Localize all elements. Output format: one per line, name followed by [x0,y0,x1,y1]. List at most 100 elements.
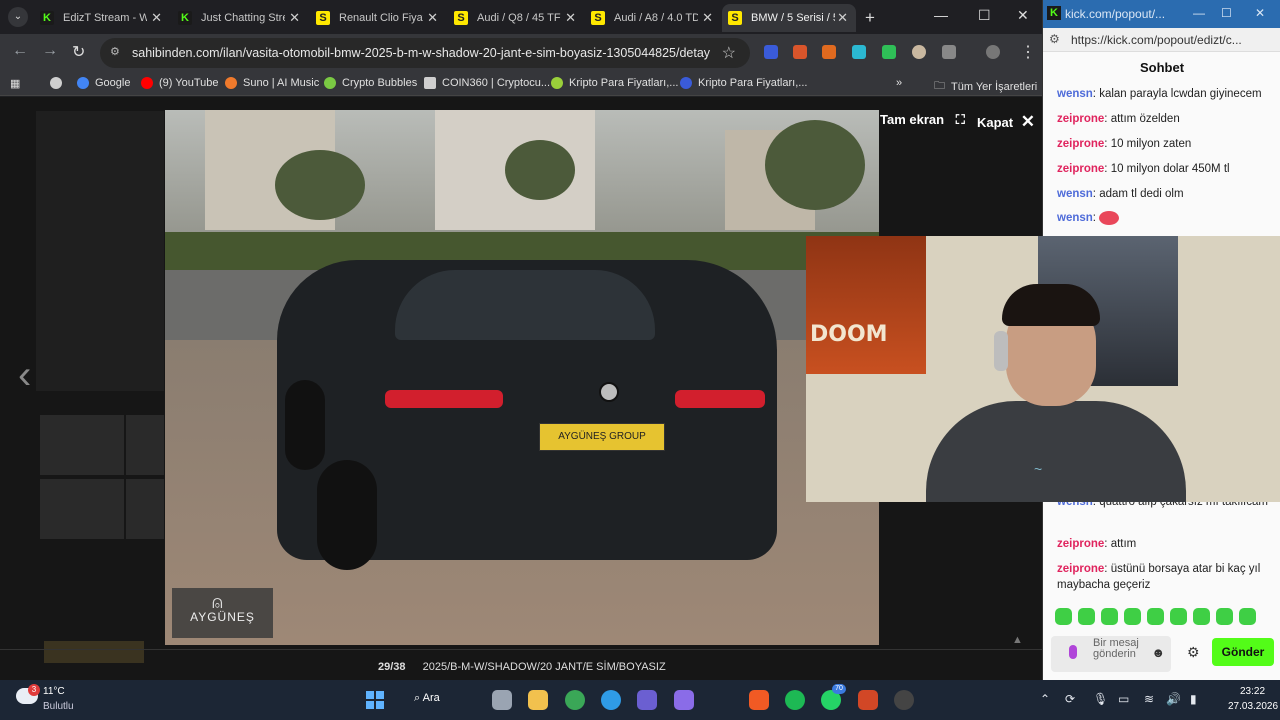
emote-icon[interactable] [1239,608,1256,625]
microphone-icon[interactable]: 🎙 [1093,692,1108,706]
thumbnail[interactable] [40,479,124,539]
popup-address-bar[interactable]: ⚙ https://kick.com/popout/edizt/c... [1043,28,1280,52]
chat-username[interactable]: wensn [1057,188,1093,200]
wifi-icon[interactable]: ≋ [1144,692,1154,706]
maximize-icon[interactable]: ☐ [1221,6,1232,20]
volume-icon[interactable]: 🔊 [1166,692,1181,706]
clock-date[interactable]: 27.03.2026 [1228,701,1278,712]
emote-icon[interactable] [1124,608,1141,625]
teams-icon[interactable] [637,690,657,710]
extension-icon[interactable] [882,45,896,59]
reload-icon[interactable]: ↻ [72,42,85,62]
all-bookmarks[interactable]: 🗀 Tüm Yer İşaretleri [934,77,1037,96]
windows-start-icon[interactable] [366,691,384,709]
microphone-icon[interactable] [1069,645,1077,659]
site-info-icon[interactable]: ⚙ [110,45,124,59]
bookmark-crypto-bubbles[interactable]: Crypto Bubbles [324,77,417,89]
file-explorer-icon[interactable] [528,690,548,710]
chat-username[interactable]: zeiprone [1057,163,1104,175]
chat-username[interactable]: wensn [1057,212,1093,224]
obs-icon[interactable] [894,690,914,710]
weather-condition[interactable]: Bulutlu [43,701,74,712]
extensions-puzzle-icon[interactable] [942,45,956,59]
extension-icon[interactable] [822,45,836,59]
brave-icon[interactable] [749,690,769,710]
close-icon[interactable]: ✕ [702,10,713,26]
emote-icon[interactable] [1101,608,1118,625]
url-text[interactable]: sahibinden.com/ilan/vasita-otomobil-bmw-… [132,46,710,60]
tray-overflow-icon[interactable]: ⌃ [1040,692,1050,706]
bookmark-youtube[interactable]: (9) YouTube [141,77,219,89]
clock-time[interactable]: 23:22 [1240,686,1265,697]
chat-username[interactable]: zeiprone [1057,113,1104,125]
display-icon[interactable]: ▭ [1118,692,1129,706]
chrome-icon[interactable] [565,690,585,710]
extension-icon[interactable] [852,45,866,59]
chat-username[interactable]: zeiprone [1057,563,1104,575]
bookmark-star-icon[interactable]: ☆ [722,43,736,63]
tab-bmw-5-serisi[interactable]: S BMW / 5 Serisi / 5 ✕ [722,4,856,32]
tab-search-icon[interactable]: ⌄ [8,7,28,27]
minimize-icon[interactable]: — [934,7,948,23]
weather-temperature[interactable]: 11°C [43,686,65,697]
previous-photo-icon[interactable]: ‹ [18,353,31,398]
emoji-picker-icon[interactable]: ☻ [1151,645,1165,660]
close-icon[interactable]: ✕ [427,10,438,26]
forward-icon[interactable]: → [42,42,58,60]
close-icon[interactable]: ✕ [565,10,576,26]
proton-vpn-icon[interactable] [674,690,694,710]
edge-icon[interactable] [601,690,621,710]
extension-icon[interactable] [793,45,807,59]
sync-icon[interactable]: ⟳ [1065,692,1075,706]
more-bookmarks-icon[interactable]: » [896,77,902,89]
chat-username[interactable]: wensn [1057,88,1093,100]
site-info-icon[interactable]: ⚙ [1049,32,1060,46]
close-icon[interactable]: ✕ [151,10,162,26]
spotify-icon[interactable] [785,690,805,710]
emote-icon[interactable] [1193,608,1210,625]
tab-edizt-stream[interactable]: K EdizT Stream - W ✕ [34,4,170,32]
address-bar[interactable]: ⚙ sahibinden.com/ilan/vasita-otomobil-bm… [100,38,750,68]
tab-audi-a8[interactable]: S Audi / A8 / 4.0 TD ✕ [585,4,721,32]
kebab-menu-icon[interactable]: ⋮ [1020,42,1036,62]
emote-icon[interactable] [1055,608,1072,625]
emote-icon[interactable] [1078,608,1095,625]
bookmark-kripto-2[interactable]: Kripto Para Fiyatları,... [680,77,807,89]
close-icon[interactable]: ✕ [837,10,848,26]
thumbnail[interactable] [126,479,164,539]
close-window-icon[interactable]: ✕ [1017,7,1029,24]
tab-renault-clio[interactable]: S Renault Clio Fiyat ✕ [310,4,446,32]
page-button[interactable] [44,641,144,663]
battery-icon[interactable]: ▮ [1190,692,1197,706]
powerpoint-icon[interactable] [858,690,878,710]
apps-grid-icon[interactable]: ▦ [10,77,20,90]
extension-icon[interactable] [764,45,778,59]
close-lightbox-button[interactable]: Kapat ✕ [977,112,1035,132]
bookmark-google[interactable]: Google [77,77,130,89]
taskbar-search[interactable]: ⌕ Ara [414,692,440,705]
chat-username[interactable]: zeiprone [1057,138,1104,150]
send-button[interactable]: Gönder [1212,638,1274,666]
emote-icon[interactable] [1147,608,1164,625]
new-tab-icon[interactable]: + [865,8,875,28]
task-view-icon[interactable] [492,690,512,710]
fullscreen-button[interactable]: Tam ekran ⛶ [880,112,965,128]
close-icon[interactable]: ✕ [289,10,300,26]
chat-username[interactable]: zeiprone [1057,538,1104,550]
bookmark-item[interactable] [50,77,68,89]
extension-icon[interactable] [912,45,926,59]
tab-audi-q8[interactable]: S Audi / Q8 / 45 TF ✕ [448,4,584,32]
bookmark-kripto-1[interactable]: Kripto Para Fiyatları,... [551,77,678,89]
emote-icon[interactable] [1216,608,1233,625]
scroll-up-icon[interactable]: ▲ [1012,634,1023,646]
thumbnail[interactable] [126,415,164,475]
tab-just-chatting[interactable]: K Just Chatting Stre ✕ [172,4,308,32]
bookmark-coin360[interactable]: COIN360 | Cryptocu... [424,77,550,89]
maximize-icon[interactable]: ☐ [978,7,991,24]
back-icon[interactable]: ← [12,42,28,60]
profile-avatar[interactable] [986,45,1000,59]
chat-settings-icon[interactable]: ⚙ [1187,644,1200,661]
close-window-icon[interactable]: ✕ [1255,6,1265,20]
chat-message-input[interactable]: Bir mesaj gönderin ☻ [1051,636,1171,672]
thumbnail[interactable] [40,415,124,475]
